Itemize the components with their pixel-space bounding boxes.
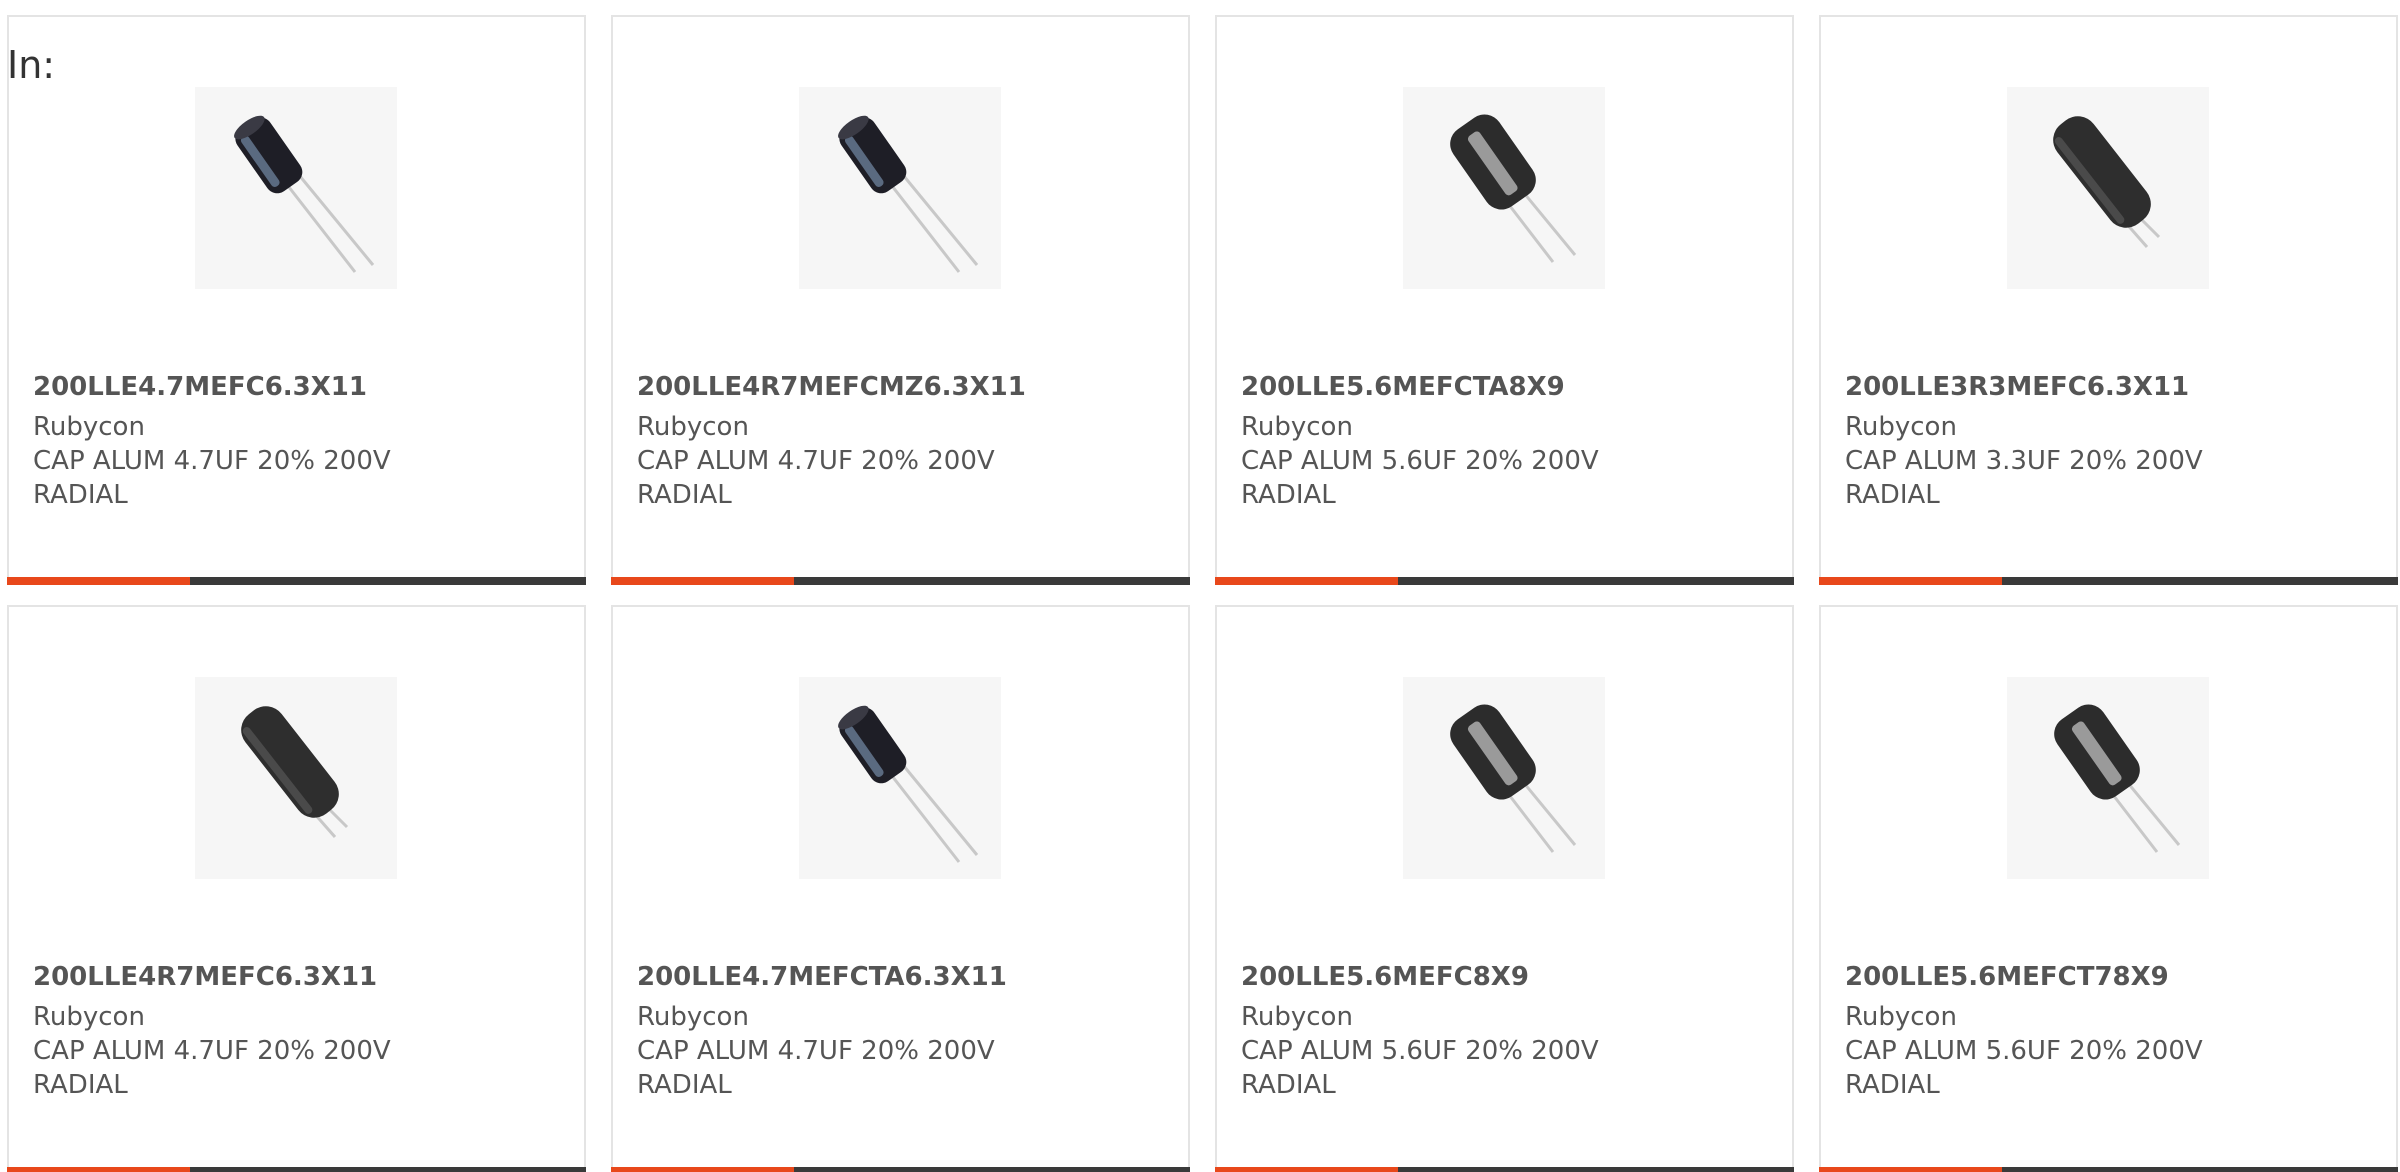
product-card[interactable]: 200LLE5.6MEFC8X9 Rubycon CAP ALUM 5.6UF … [1215,605,1794,1172]
manufacturer: Rubycon [1241,412,1353,442]
product-card[interactable]: 200LLE4R7MEFC6.3X11 Rubycon CAP ALUM 4.7… [7,605,586,1172]
wide-capacitor-icon[interactable] [2007,677,2209,879]
part-number[interactable]: 200LLE4.7MEFCTA6.3X11 [637,962,1007,992]
part-number[interactable]: 200LLE5.6MEFCTA8X9 [1241,372,1565,402]
product-grid-page: In: 200LLE4.7MEFC6.3X11 Rubycon CAP ALUM… [0,0,2400,1172]
card-bar-accent [1215,1167,1398,1172]
small-capacitor-icon[interactable] [195,87,397,289]
description: CAP ALUM 5.6UF 20% 200V RADIAL [1241,446,1599,510]
manufacturer: Rubycon [1845,412,1957,442]
manufacturer: Rubycon [637,1002,749,1032]
card-bar [611,577,1190,585]
card-bar [1215,577,1794,585]
part-number[interactable]: 200LLE4R7MEFCMZ6.3X11 [637,372,1026,402]
small-capacitor-icon[interactable] [799,677,1001,879]
manufacturer: Rubycon [1845,1002,1957,1032]
wide-capacitor-icon[interactable] [1403,87,1605,289]
manufacturer: Rubycon [1241,1002,1353,1032]
tall-capacitor-icon[interactable] [2007,87,2209,289]
description: CAP ALUM 5.6UF 20% 200V RADIAL [1241,1036,1599,1100]
card-bar-accent [1819,577,2002,585]
description: CAP ALUM 4.7UF 20% 200V RADIAL [33,446,391,510]
product-card[interactable]: 200LLE5.6MEFCT78X9 Rubycon CAP ALUM 5.6U… [1819,605,2398,1172]
description: CAP ALUM 4.7UF 20% 200V RADIAL [637,446,995,510]
manufacturer: Rubycon [637,412,749,442]
card-bar [1215,1167,1794,1172]
product-card[interactable]: 200LLE4R7MEFCMZ6.3X11 Rubycon CAP ALUM 4… [611,15,1190,585]
card-bar-accent [1819,1167,2002,1172]
description: CAP ALUM 4.7UF 20% 200V RADIAL [33,1036,391,1100]
card-bar-accent [7,1167,190,1172]
card-bar-accent [611,577,794,585]
product-card[interactable]: 200LLE4.7MEFC6.3X11 Rubycon CAP ALUM 4.7… [7,15,586,585]
part-number[interactable]: 200LLE4.7MEFC6.3X11 [33,372,367,402]
card-bar-accent [611,1167,794,1172]
tall-capacitor-icon[interactable] [195,677,397,879]
card-bar [611,1167,1190,1172]
wide-capacitor-icon[interactable] [1403,677,1605,879]
card-bar [1819,577,2398,585]
manufacturer: Rubycon [33,1002,145,1032]
part-number[interactable]: 200LLE4R7MEFC6.3X11 [33,962,377,992]
manufacturer: Rubycon [33,412,145,442]
product-card[interactable]: 200LLE5.6MEFCTA8X9 Rubycon CAP ALUM 5.6U… [1215,15,1794,585]
description: CAP ALUM 5.6UF 20% 200V RADIAL [1845,1036,2203,1100]
card-bar-accent [1215,577,1398,585]
in-label: In: [7,43,56,87]
description: CAP ALUM 4.7UF 20% 200V RADIAL [637,1036,995,1100]
card-bar-accent [7,577,190,585]
product-card[interactable]: 200LLE3R3MEFC6.3X11 Rubycon CAP ALUM 3.3… [1819,15,2398,585]
description: CAP ALUM 3.3UF 20% 200V RADIAL [1845,446,2203,510]
part-number[interactable]: 200LLE5.6MEFC8X9 [1241,962,1529,992]
part-number[interactable]: 200LLE3R3MEFC6.3X11 [1845,372,2189,402]
card-bar [7,577,586,585]
card-bar [7,1167,586,1172]
product-card[interactable]: 200LLE4.7MEFCTA6.3X11 Rubycon CAP ALUM 4… [611,605,1190,1172]
part-number[interactable]: 200LLE5.6MEFCT78X9 [1845,962,2169,992]
card-bar [1819,1167,2398,1172]
small-capacitor-icon[interactable] [799,87,1001,289]
